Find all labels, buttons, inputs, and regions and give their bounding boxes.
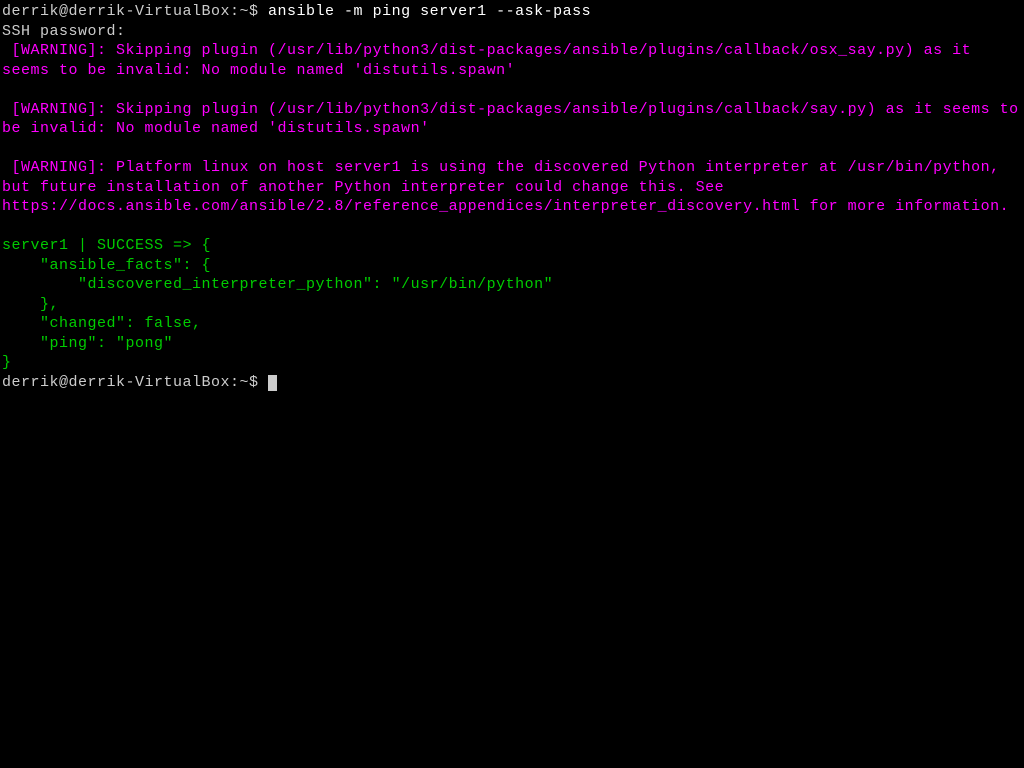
success-output-line7: } xyxy=(2,354,12,371)
warning-interpreter: [WARNING]: Platform linux on host server… xyxy=(2,159,1009,215)
success-output-line6: "ping": "pong" xyxy=(2,335,173,352)
warning-say: [WARNING]: Skipping plugin (/usr/lib/pyt… xyxy=(2,101,1024,138)
shell-prompt: derrik@derrik-VirtualBox:~$ xyxy=(2,3,268,20)
entered-command: ansible -m ping server1 --ask-pass xyxy=(268,3,591,20)
warning-osx-say: [WARNING]: Skipping plugin (/usr/lib/pyt… xyxy=(2,42,981,79)
terminal-output[interactable]: derrik@derrik-VirtualBox:~$ ansible -m p… xyxy=(2,2,1022,392)
shell-prompt-end: derrik@derrik-VirtualBox:~$ xyxy=(2,374,268,391)
success-output-line2: "ansible_facts": { xyxy=(2,257,211,274)
cursor xyxy=(268,375,277,391)
success-output-line4: }, xyxy=(2,296,59,313)
ssh-password-prompt: SSH password: xyxy=(2,23,126,40)
success-output-line5: "changed": false, xyxy=(2,315,202,332)
success-output-line3: "discovered_interpreter_python": "/usr/b… xyxy=(2,276,553,293)
success-output-line1: server1 | SUCCESS => { xyxy=(2,237,211,254)
